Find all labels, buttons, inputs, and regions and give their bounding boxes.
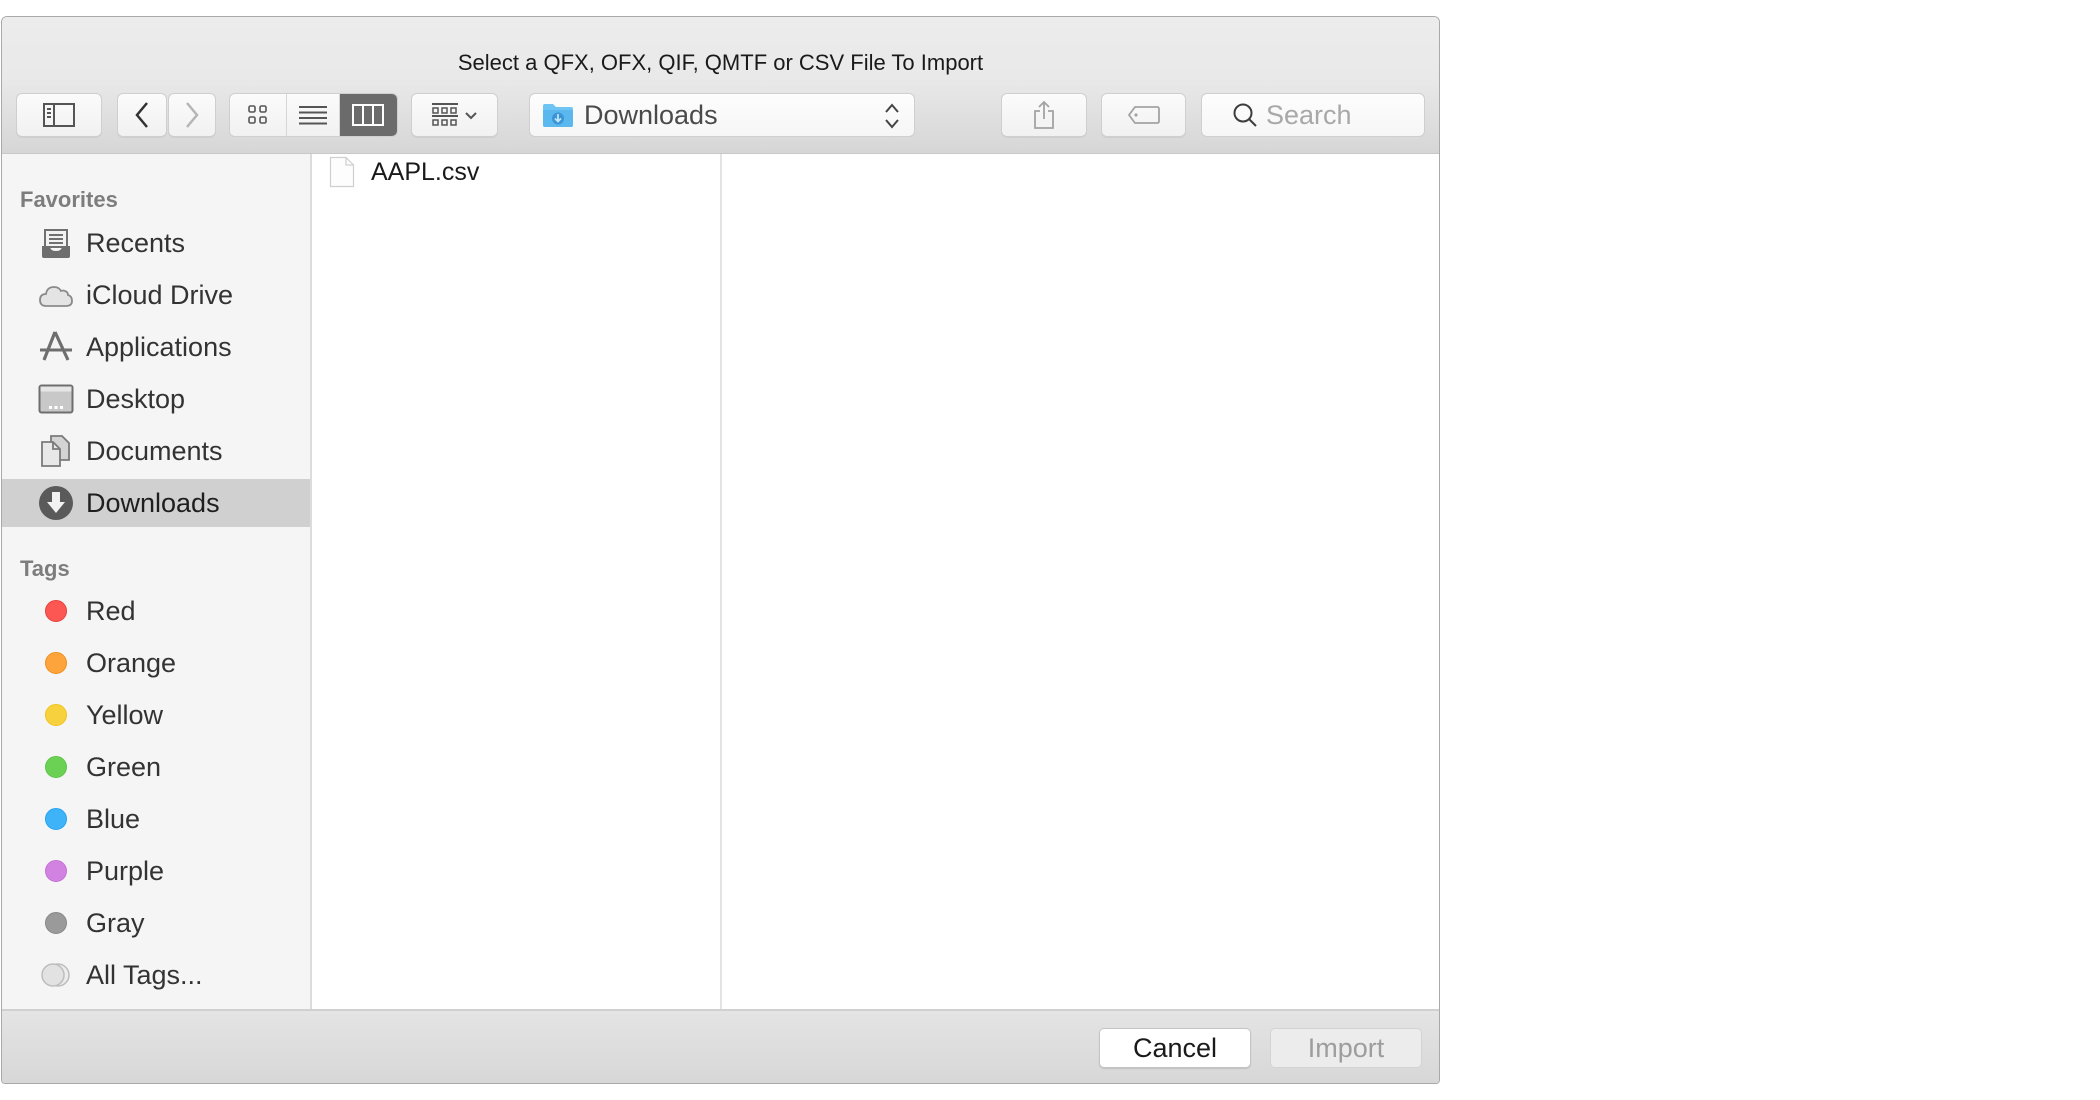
sidebar-all-tags[interactable]: All Tags... bbox=[2, 951, 310, 999]
back-button[interactable] bbox=[117, 93, 167, 137]
all-tags-icon bbox=[36, 955, 76, 995]
sidebar-item-recents[interactable]: Recents bbox=[2, 219, 310, 267]
toolbar: Select a QFX, OFX, QIF, QMTF or CSV File… bbox=[2, 17, 1439, 154]
downloads-folder-icon bbox=[543, 104, 573, 127]
sidebar-item-label: Purple bbox=[86, 855, 165, 886]
tag-icon bbox=[1127, 106, 1160, 124]
sidebar-tag-purple[interactable]: Purple bbox=[2, 847, 310, 895]
sidebar-item-label: Blue bbox=[86, 803, 141, 834]
tags-section-label: Tags bbox=[20, 556, 70, 581]
tag-color-dot-icon bbox=[36, 851, 76, 891]
chevron-right-icon bbox=[186, 102, 199, 128]
file-name: AAPL.csv bbox=[371, 157, 480, 186]
tag-color-dot-icon bbox=[36, 695, 76, 735]
sidebar-item-label: Orange bbox=[86, 647, 177, 678]
column-view-button[interactable] bbox=[338, 94, 397, 136]
downloads-icon bbox=[36, 483, 76, 523]
sidebar-tag-orange[interactable]: Orange bbox=[2, 639, 310, 687]
icon-view-button[interactable] bbox=[230, 94, 286, 136]
location-label: Downloads bbox=[584, 99, 718, 130]
tag-color-dot-icon bbox=[36, 747, 76, 787]
sidebar-item-label: Yellow bbox=[86, 699, 164, 730]
sidebar-item-label: All Tags... bbox=[86, 959, 203, 990]
tag-color-dot-icon bbox=[36, 903, 76, 943]
file-item[interactable]: AAPL.csv bbox=[312, 156, 720, 188]
sidebar-item-icloud-drive[interactable]: iCloud Drive bbox=[2, 271, 310, 319]
recents-icon bbox=[36, 223, 76, 263]
search-input[interactable] bbox=[1266, 99, 1416, 131]
browser-column-1: AAPL.csv bbox=[312, 154, 722, 1009]
sidebar-toggle-icon bbox=[43, 103, 75, 127]
share-icon bbox=[1034, 100, 1054, 129]
sidebar-item-label: Documents bbox=[86, 435, 223, 466]
tags-button[interactable] bbox=[1101, 93, 1186, 137]
grid-icon bbox=[248, 105, 267, 124]
sidebar-toggle-button[interactable] bbox=[16, 93, 102, 137]
location-popup[interactable]: Downloads bbox=[529, 93, 915, 137]
search-field[interactable] bbox=[1201, 93, 1425, 137]
list-icon bbox=[299, 106, 327, 125]
sidebar-item-documents[interactable]: Documents bbox=[2, 427, 310, 475]
group-arrange-icon bbox=[431, 103, 477, 126]
dialog-footer: Cancel Import bbox=[2, 1009, 1439, 1083]
sidebar-item-label: Downloads bbox=[86, 487, 220, 518]
file-import-dialog: Select a QFX, OFX, QIF, QMTF or CSV File… bbox=[1, 16, 1440, 1084]
chevron-left-icon bbox=[135, 102, 148, 128]
sidebar-tag-yellow[interactable]: Yellow bbox=[2, 691, 310, 739]
tag-color-dot-icon bbox=[36, 799, 76, 839]
tag-color-dot-icon bbox=[36, 591, 76, 631]
tag-color-dot-icon bbox=[36, 643, 76, 683]
dialog-title: Select a QFX, OFX, QIF, QMTF or CSV File… bbox=[457, 50, 984, 75]
sidebar-item-label: Gray bbox=[86, 907, 145, 938]
sidebar-item-applications[interactable]: Applications bbox=[2, 323, 310, 371]
view-mode-segmented-control bbox=[229, 93, 398, 137]
arrange-button[interactable] bbox=[411, 93, 498, 137]
sidebar-item-label: Recents bbox=[86, 227, 186, 258]
applications-icon bbox=[36, 327, 76, 367]
cloud-icon bbox=[36, 275, 76, 315]
up-down-chevron-icon bbox=[885, 103, 899, 129]
cancel-button[interactable]: Cancel bbox=[1099, 1028, 1251, 1068]
share-button[interactable] bbox=[1001, 93, 1087, 137]
sidebar-item-label: Applications bbox=[86, 331, 232, 362]
browser-column-2 bbox=[722, 154, 1439, 1009]
sidebar-item-downloads[interactable]: Downloads bbox=[2, 479, 310, 527]
sidebar-tag-red[interactable]: Red bbox=[2, 587, 310, 635]
sidebar-item-label: iCloud Drive bbox=[86, 279, 234, 310]
sidebar-tag-gray[interactable]: Gray bbox=[2, 899, 310, 947]
sidebar: Favorites Recents iCloud Drive Applicati… bbox=[2, 154, 312, 1009]
columns-icon bbox=[352, 104, 385, 126]
documents-icon bbox=[36, 431, 76, 471]
forward-button[interactable] bbox=[168, 93, 216, 137]
list-view-button[interactable] bbox=[286, 94, 338, 136]
favorites-section-label: Favorites bbox=[20, 187, 118, 212]
sidebar-item-label: Red bbox=[86, 595, 136, 626]
search-icon bbox=[1233, 103, 1257, 127]
sidebar-tag-green[interactable]: Green bbox=[2, 743, 310, 791]
sidebar-item-desktop[interactable]: Desktop bbox=[2, 375, 310, 423]
sidebar-item-label: Desktop bbox=[86, 383, 186, 414]
document-icon bbox=[329, 156, 355, 188]
desktop-icon bbox=[36, 379, 76, 419]
sidebar-tag-blue[interactable]: Blue bbox=[2, 795, 310, 843]
sidebar-item-label: Green bbox=[86, 751, 162, 782]
import-button[interactable]: Import bbox=[1270, 1028, 1422, 1068]
